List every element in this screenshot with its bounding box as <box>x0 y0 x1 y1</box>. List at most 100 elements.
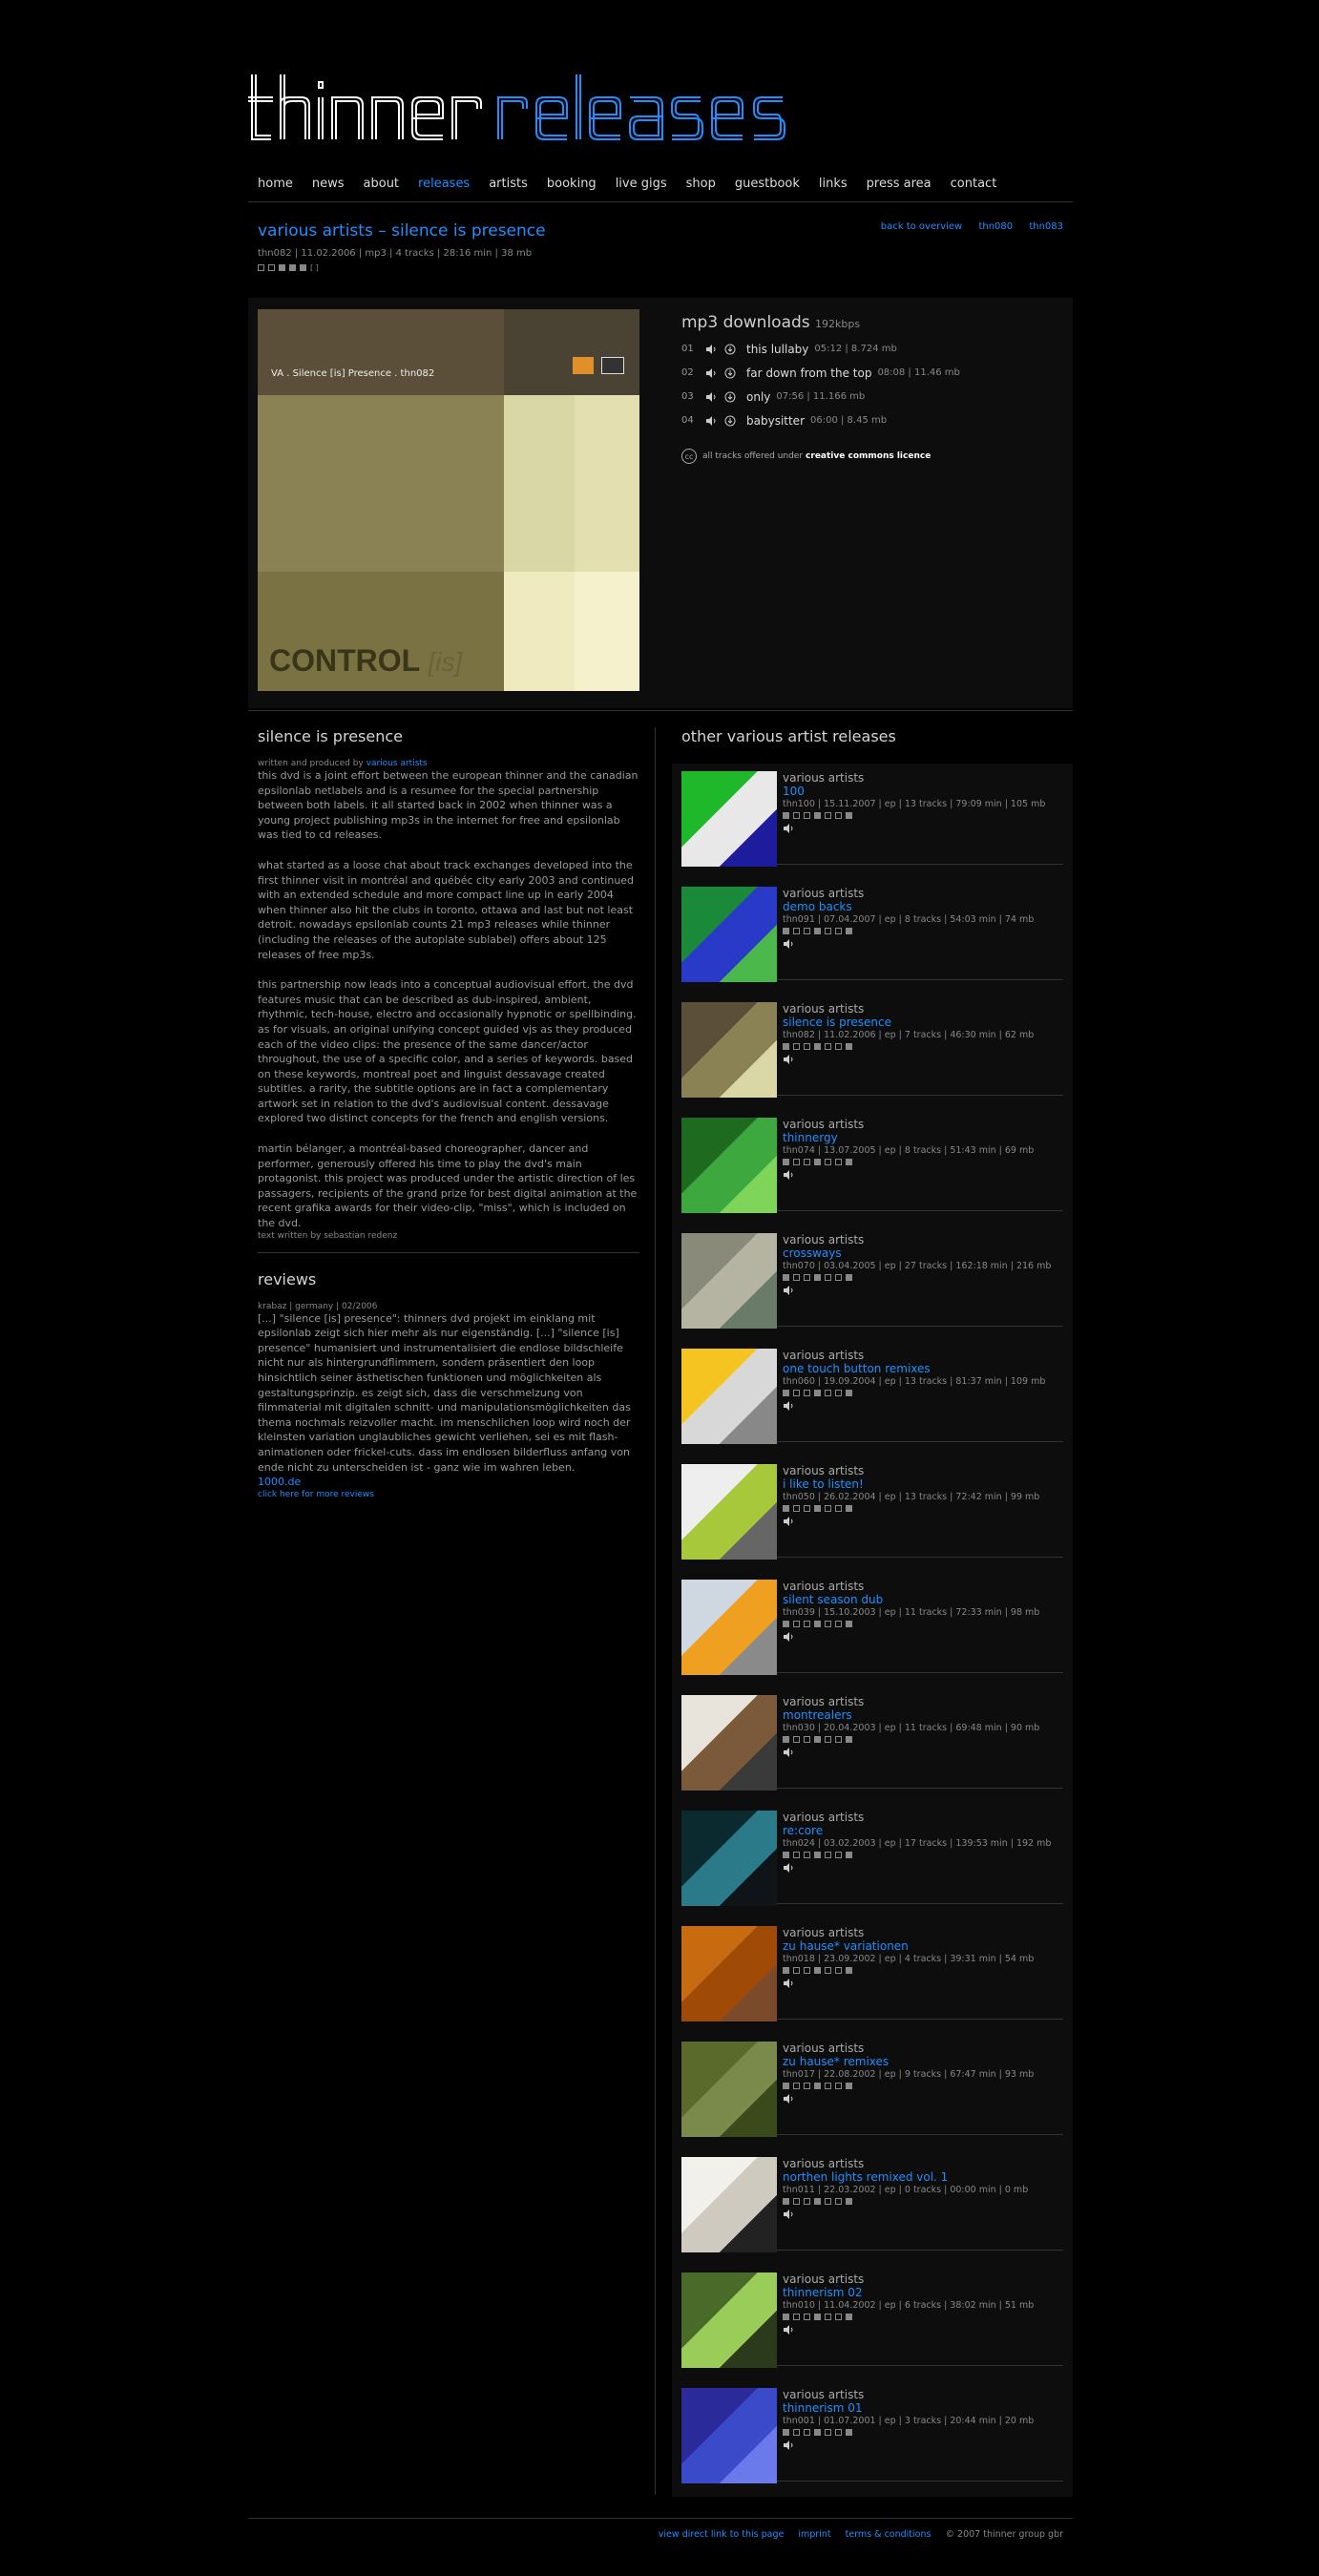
release-thumbnail[interactable] <box>681 1233 777 1329</box>
creative-commons-icon: cc <box>681 449 697 464</box>
release-thumbnail[interactable] <box>681 1002 777 1098</box>
release-thumbnail[interactable] <box>681 2157 777 2252</box>
nav-item-shop[interactable]: shop <box>686 174 716 195</box>
nav-item-releases[interactable]: releases <box>418 174 470 195</box>
credit-artist-link[interactable]: various artists <box>366 759 428 768</box>
track-name[interactable]: babysitter <box>746 414 805 428</box>
track-name[interactable]: only <box>746 390 770 404</box>
release-item[interactable]: various artists montrealers thn030 | 20.04… <box>681 1687 1063 1791</box>
download-icon[interactable] <box>723 343 737 356</box>
speaker-icon[interactable] <box>704 414 718 428</box>
release-thumbnail[interactable] <box>681 1464 777 1560</box>
back-to-overview-link[interactable]: back to overview <box>881 221 963 232</box>
nav-item-contact[interactable]: contact <box>951 174 997 195</box>
cc-licence-link[interactable]: creative commons licence <box>806 451 931 461</box>
download-icon[interactable] <box>723 390 737 404</box>
format-icon <box>814 1736 821 1743</box>
download-icon[interactable] <box>723 367 737 380</box>
nav-item-links[interactable]: links <box>819 174 848 195</box>
release-title-link[interactable]: crossways <box>783 1246 1059 1260</box>
release-title-link[interactable]: thinnerism 01 <box>783 2401 1059 2415</box>
release-item[interactable]: various artists i like to listen! thn050 |… <box>681 1456 1063 1560</box>
speaker-icon[interactable] <box>783 2209 1059 2223</box>
download-icon[interactable] <box>723 414 737 428</box>
release-title-link[interactable]: thinnerism 02 <box>783 2286 1059 2299</box>
speaker-icon[interactable] <box>783 823 1059 837</box>
speaker-icon[interactable] <box>783 2324 1059 2338</box>
track-name[interactable]: far down from the top <box>746 367 871 380</box>
speaker-icon[interactable] <box>783 2093 1059 2107</box>
release-item[interactable]: various artists silence is presence thn082… <box>681 995 1063 1098</box>
release-thumbnail[interactable] <box>681 2042 777 2137</box>
next-release-link[interactable]: thn083 <box>1029 221 1063 232</box>
review-source-link[interactable]: 1000.de <box>258 1475 639 1490</box>
release-thumbnail[interactable] <box>681 887 777 982</box>
site-logo[interactable] <box>248 69 888 145</box>
release-title-link[interactable]: montrealers <box>783 1708 1059 1722</box>
release-title-link[interactable]: 100 <box>783 785 1059 798</box>
speaker-icon[interactable] <box>783 1054 1059 1068</box>
release-item[interactable]: various artists 100 thn100 | 15.11.2007 | … <box>681 764 1063 867</box>
release-thumbnail[interactable] <box>681 1926 777 2021</box>
nav-item-booking[interactable]: booking <box>547 174 597 195</box>
release-thumbnail[interactable] <box>681 1118 777 1213</box>
speaker-icon[interactable] <box>783 1978 1059 1992</box>
prev-release-link[interactable]: thn080 <box>978 221 1013 232</box>
release-item[interactable]: various artists demo backs thn091 | 07.04.… <box>681 879 1063 982</box>
release-item[interactable]: various artists thinnerism 01 thn001 | 01.… <box>681 2380 1063 2483</box>
release-title-link[interactable]: zu hause* remixes <box>783 2055 1059 2068</box>
release-item[interactable]: various artists zu hause* remixes thn017 |… <box>681 2034 1063 2137</box>
speaker-icon[interactable] <box>783 2440 1059 2454</box>
speaker-icon[interactable] <box>783 1516 1059 1530</box>
nav-item-press-area[interactable]: press area <box>867 174 932 195</box>
track-meta: 08:08 | 11.46 mb <box>877 367 960 378</box>
release-item[interactable]: various artists zu hause* variationen thn0… <box>681 1918 1063 2021</box>
release-title-link[interactable]: silence is presence <box>783 1016 1059 1029</box>
speaker-icon[interactable] <box>783 1631 1059 1645</box>
release-thumbnail[interactable] <box>681 1811 777 1906</box>
speaker-icon[interactable] <box>783 1285 1059 1299</box>
speaker-icon[interactable] <box>704 343 718 356</box>
release-item[interactable]: various artists one touch button remixes t… <box>681 1341 1063 1444</box>
release-thumbnail[interactable] <box>681 2388 777 2483</box>
speaker-icon[interactable] <box>783 1169 1059 1183</box>
release-thumbnail[interactable] <box>681 1349 777 1444</box>
direct-link[interactable]: view direct link to this page <box>659 2529 785 2540</box>
release-title-link[interactable]: northen lights remixed vol. 1 <box>783 2170 1059 2184</box>
release-title-link[interactable]: zu hause* variationen <box>783 1939 1059 1953</box>
nav-item-about[interactable]: about <box>364 174 400 195</box>
terms-link[interactable]: terms & conditions <box>846 2529 932 2540</box>
format-icon <box>825 1043 831 1050</box>
nav-item-news[interactable]: news <box>312 174 345 195</box>
release-thumbnail[interactable] <box>681 1695 777 1791</box>
nav-item-home[interactable]: home <box>258 174 293 195</box>
release-thumbnail[interactable] <box>681 2272 777 2368</box>
release-title-link[interactable]: i like to listen! <box>783 1477 1059 1491</box>
speaker-icon[interactable] <box>783 1862 1059 1876</box>
release-item[interactable]: various artists re:core thn024 | 03.02.200… <box>681 1803 1063 1906</box>
release-item[interactable]: various artists northen lights remixed vo… <box>681 2149 1063 2252</box>
imprint-link[interactable]: imprint <box>798 2529 830 2540</box>
release-title-link[interactable]: silent season dub <box>783 1593 1059 1606</box>
release-item[interactable]: various artists thinnerism 02 thn010 | 11.… <box>681 2265 1063 2368</box>
release-title-link[interactable]: demo backs <box>783 900 1059 913</box>
release-item[interactable]: various artists crossways thn070 | 03.04.2… <box>681 1225 1063 1329</box>
speaker-icon[interactable] <box>783 1400 1059 1414</box>
release-title-link[interactable]: thinnergy <box>783 1131 1059 1144</box>
speaker-icon[interactable] <box>783 938 1059 953</box>
track-name[interactable]: this lullaby <box>746 343 808 356</box>
more-reviews-link[interactable]: click here for more reviews <box>258 1490 639 1499</box>
release-thumbnail[interactable] <box>681 771 777 867</box>
release-title-link[interactable]: re:core <box>783 1824 1059 1837</box>
nav-item-live-gigs[interactable]: live gigs <box>616 174 667 195</box>
nav-item-guestbook[interactable]: guestbook <box>735 174 800 195</box>
nav-item-artists[interactable]: artists <box>489 174 528 195</box>
track-row: 03 only 07:56 | 11.166 mb <box>681 389 1063 404</box>
speaker-icon[interactable] <box>783 1747 1059 1761</box>
release-title-link[interactable]: one touch button remixes <box>783 1362 1059 1375</box>
release-item[interactable]: various artists thinnergy thn074 | 13.07.2… <box>681 1110 1063 1213</box>
release-thumbnail[interactable] <box>681 1580 777 1675</box>
speaker-icon[interactable] <box>704 390 718 404</box>
release-item[interactable]: various artists silent season dub thn039 |… <box>681 1572 1063 1675</box>
speaker-icon[interactable] <box>704 367 718 380</box>
